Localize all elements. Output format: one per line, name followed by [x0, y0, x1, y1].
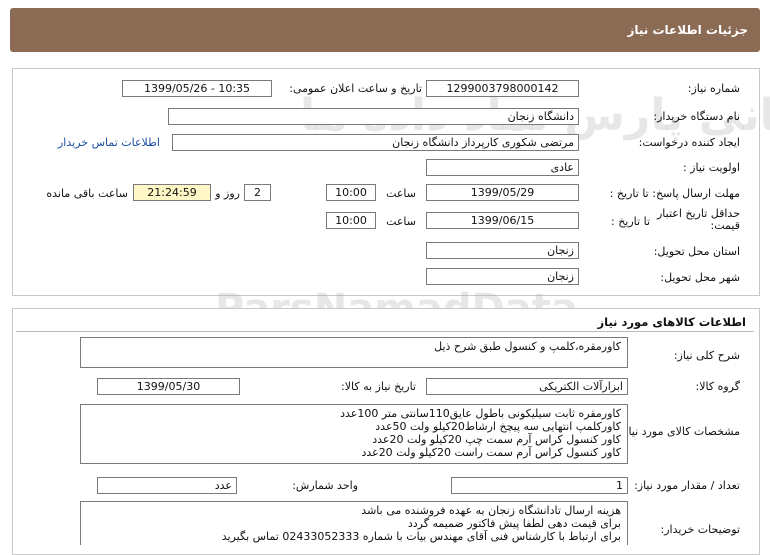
validity-time-label: ساعت — [386, 215, 416, 228]
province-label: استان محل تحویل: — [653, 245, 740, 258]
priority-label: اولویت نیاز : — [682, 161, 740, 174]
city-field: زنجان — [426, 268, 579, 285]
buyer-org-field: دانشگاه زنجان — [168, 108, 579, 125]
announce-datetime-field: 1399/05/26 - 10:35 — [122, 80, 272, 97]
specs-field: کاورمقره ثابت سیلیکونی باطول عایق110سانت… — [80, 404, 628, 464]
validity-label-line2: قیمت: — [710, 219, 740, 232]
need-number-field: 1299003798000142 — [426, 80, 579, 97]
buyer-notes-field: هزینه ارسال تادانشگاه زنجان به عهده فروش… — [80, 501, 628, 545]
validity-label: حداقل تاریخ اعتبار قیمت: — [657, 208, 740, 232]
quantity-label: تعداد / مقدار مورد نیاز: — [634, 479, 740, 492]
announce-label: تاریخ و ساعت اعلان عمومی: — [289, 82, 422, 95]
specs-label: مشخصات کالای مورد نیاز: — [619, 425, 740, 438]
buyer-org-label: نام دستگاه خریدار: — [653, 110, 740, 123]
need-number-label: شماره نیاز: — [687, 82, 740, 95]
remaining-time-field: 21:24:59 — [133, 184, 211, 201]
description-field: کاورمقره،کلمپ و کنسول طبق شرح ذیل — [80, 337, 628, 368]
deadline-label-text: مهلت ارسال پاسخ: — [652, 187, 740, 200]
page-header: جزئیات اطلاعات نیاز — [10, 8, 760, 52]
need-date-label: تاریخ نیاز به کالا: — [341, 380, 416, 393]
need-date-field: 1399/05/30 — [97, 378, 240, 395]
validity-date-field: 1399/06/15 — [426, 212, 579, 229]
deadline-to-date-label: تا تاریخ : — [609, 187, 649, 200]
days-remaining-field: 2 — [244, 184, 271, 201]
deadline-time-label: ساعت — [386, 187, 416, 200]
goods-group-label: گروه کالا: — [695, 380, 740, 393]
validity-to-date-label: تا تاریخ : — [611, 215, 650, 228]
province-field: زنجان — [426, 242, 579, 259]
specs-line: کاورمقره ثابت سیلیکونی باطول عایق110سانت… — [340, 407, 621, 420]
buyer-notes-line: هزینه ارسال تادانشگاه زنجان به عهده فروش… — [361, 504, 621, 517]
buyer-notes-label: توضیحات خریدار: — [660, 523, 741, 536]
days-label: روز و — [215, 187, 240, 200]
deadline-time-field: 10:00 — [326, 184, 376, 201]
specs-line: کاور کنسول کراس آرم سمت راست 20کیلو ولت … — [361, 446, 621, 459]
specs-line: کاورکلمپ انتهایی سه پیچخ ارشاط20کیلو ولت… — [375, 420, 621, 433]
page-title: جزئیات اطلاعات نیاز — [627, 23, 748, 37]
goods-section-title: اطلاعات کالاهای مورد نیاز — [597, 315, 746, 329]
quantity-field: 1 — [451, 477, 628, 494]
unit-field: عدد — [97, 477, 237, 494]
city-label: شهر محل تحویل: — [660, 271, 740, 284]
deadline-date-field: 1399/05/29 — [426, 184, 579, 201]
requester-field: مرتضی شکوری کارپرداز دانشگاه زنجان — [172, 134, 579, 151]
priority-field: عادی — [426, 159, 579, 176]
buyer-notes-line: برای قیمت دهی لطفا پیش فاکتور ضمیمه گردد — [407, 517, 621, 530]
description-label: شرح کلی نیاز: — [673, 349, 740, 362]
section-divider — [16, 331, 754, 332]
buyer-contact-link[interactable]: اطلاعات تماس خریدار — [58, 136, 160, 149]
remaining-label: ساعت باقی مانده — [46, 187, 128, 200]
need-info-panel — [12, 68, 760, 296]
buyer-notes-line: برای ارتباط با کارشناس فنی آقای مهندس بی… — [221, 530, 621, 543]
unit-label: واحد شمارش: — [292, 479, 358, 492]
goods-group-field: ابزارآلات الکتریکی — [426, 378, 628, 395]
specs-line: کاور کنسول کراس آرم سمت چپ 20کیلو ولت 20… — [372, 433, 621, 446]
requester-label: ایجاد کننده درخواست: — [638, 136, 740, 149]
description-text: کاورمقره،کلمپ و کنسول طبق شرح ذیل — [434, 340, 621, 353]
validity-time-field: 10:00 — [326, 212, 376, 229]
deadline-label: مهلت ارسال پاسخ: تا تاریخ : — [610, 187, 740, 200]
